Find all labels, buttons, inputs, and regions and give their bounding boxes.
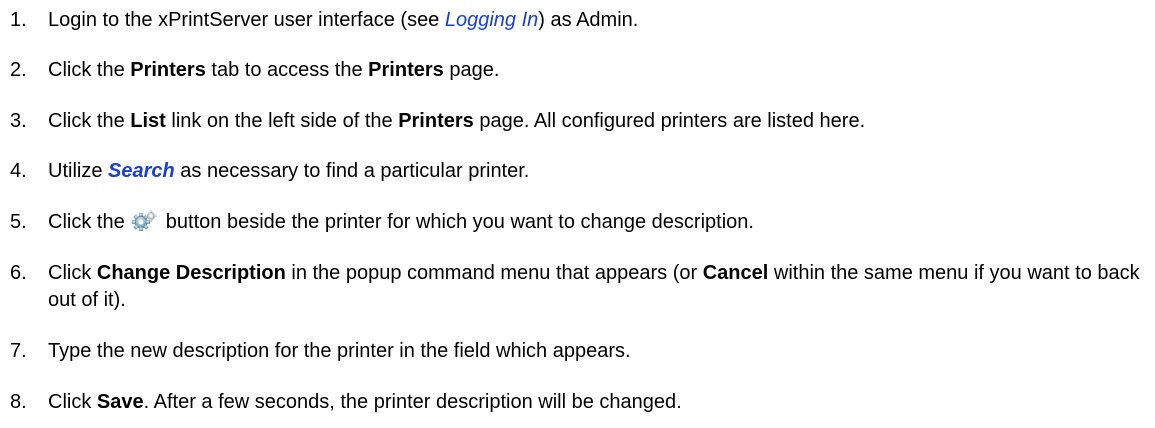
printers-page-label: Printers: [398, 110, 474, 132]
step-text: Click Save. After a few seconds, the pri…: [48, 389, 1145, 416]
step-number: 8.: [10, 391, 27, 413]
text-run: Click: [48, 262, 97, 284]
text-run: in the popup command menu that appears (…: [285, 262, 703, 284]
step-text: Type the new description for the printer…: [48, 338, 1145, 365]
text-run: page.: [443, 59, 500, 81]
step-8: 8. Click Save. After a few seconds, the …: [10, 389, 1145, 416]
printers-tab-label: Printers: [130, 59, 206, 81]
step-number: 3.: [10, 110, 27, 132]
step-3: 3. Click the List link on the left side …: [10, 108, 1145, 135]
list-link-label: List: [130, 110, 166, 132]
step-text: Click Change Description in the popup co…: [48, 260, 1145, 314]
text-run: ) as Admin.: [538, 9, 639, 31]
save-label: Save: [96, 391, 144, 413]
text-run: Type the new description for the printer…: [48, 340, 631, 362]
text-run: Click the: [48, 110, 131, 132]
logging-in-link[interactable]: Logging In: [445, 9, 538, 31]
instruction-list: 1. Login to the xPrintServer user interf…: [0, 0, 1155, 428]
text-run: button beside the printer for which you …: [160, 211, 754, 233]
step-7: 7. Type the new description for the prin…: [10, 338, 1145, 365]
change-description-label: Change Description: [96, 262, 286, 284]
step-text: Utilize Search as necessary to find a pa…: [48, 158, 1145, 185]
step-2: 2. Click the Printers tab to access the …: [10, 57, 1145, 84]
step-number: 7.: [10, 340, 27, 362]
cancel-label: Cancel: [702, 262, 769, 284]
text-run: tab to access the: [205, 59, 369, 81]
step-text: Click the List link on the left side of …: [48, 108, 1145, 135]
step-5: 5. Click the button beside the printer f…: [10, 209, 1145, 236]
text-run: Utilize: [48, 160, 109, 182]
text-run: as necessary to find a particular printe…: [174, 160, 530, 182]
step-4: 4. Utilize Search as necessary to find a…: [10, 158, 1145, 185]
text-run: link on the left side of the: [165, 110, 399, 132]
text-run: . After a few seconds, the printer descr…: [143, 391, 682, 413]
step-1: 1. Login to the xPrintServer user interf…: [10, 7, 1145, 34]
text-run: Login to the xPrintServer user interface…: [48, 9, 445, 31]
text-run: Click the: [48, 59, 131, 81]
text-run: Click the: [48, 211, 131, 233]
search-link[interactable]: Search: [108, 160, 175, 182]
printers-page-label: Printers: [368, 59, 444, 81]
step-text: Click the button beside the printer for …: [48, 209, 1145, 236]
text-run: Click: [48, 391, 97, 413]
step-text: Click the Printers tab to access the Pri…: [48, 57, 1145, 84]
step-text: Login to the xPrintServer user interface…: [48, 7, 1145, 34]
step-number: 6.: [10, 262, 27, 284]
step-6: 6. Click Change Description in the popup…: [10, 260, 1145, 314]
gear-icon: [132, 210, 158, 232]
step-number: 1.: [10, 9, 27, 31]
step-number: 5.: [10, 211, 27, 233]
text-run: page. All configured printers are listed…: [473, 110, 866, 132]
step-number: 4.: [10, 160, 27, 182]
step-number: 2.: [10, 59, 27, 81]
